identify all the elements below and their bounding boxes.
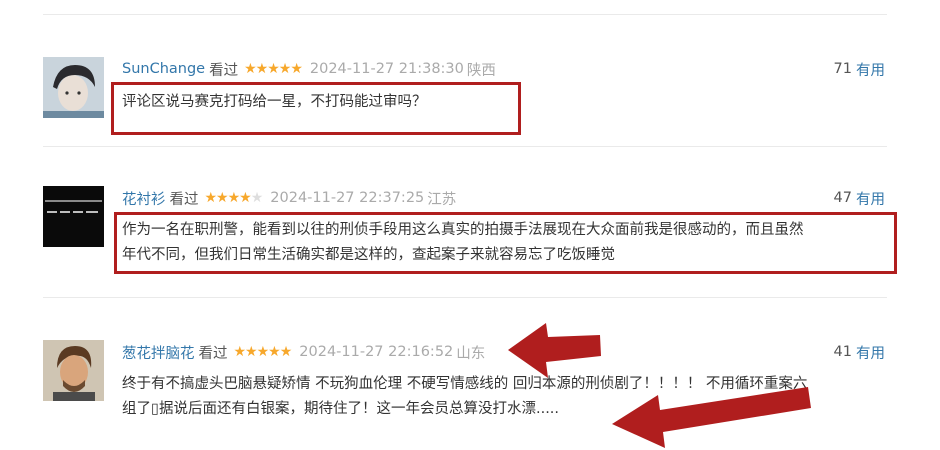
arrow-icon: [612, 387, 811, 448]
annotation-arrows: [508, 323, 811, 448]
arrow-icon: [508, 323, 601, 378]
